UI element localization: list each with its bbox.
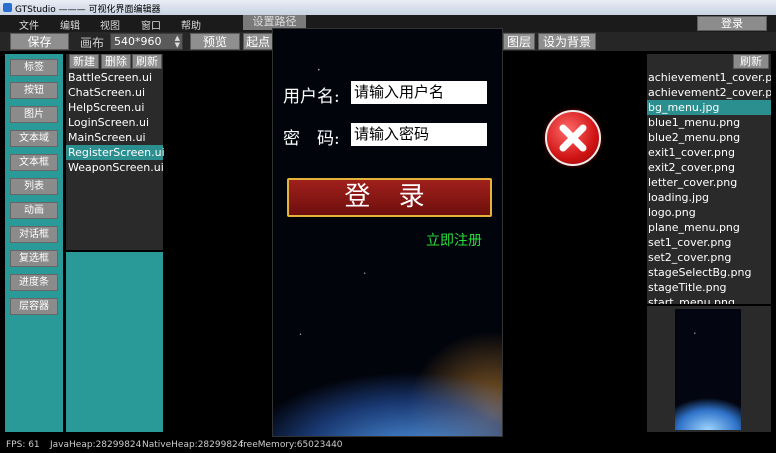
username-label: 用户名:	[283, 87, 340, 107]
widget-label[interactable]: 标签	[10, 59, 58, 76]
file-item[interactable]: MainScreen.ui	[66, 130, 163, 145]
resource-item[interactable]: exit2_cover.png	[647, 160, 771, 175]
resource-item[interactable]: blue1_menu.png	[647, 115, 771, 130]
password-input[interactable]: 请输入密码	[351, 123, 487, 146]
resource-item[interactable]: set2_cover.png	[647, 250, 771, 265]
resource-item[interactable]: achievement2_cover.png	[647, 85, 771, 100]
widget-list[interactable]: 列表	[10, 178, 58, 195]
free-memory-readout: freeMemory:65023440	[240, 440, 343, 450]
native-heap-readout: NativeHeap:28299824	[142, 440, 244, 450]
layer-button[interactable]: 图层	[503, 33, 535, 50]
register-link[interactable]: 立即注册	[426, 230, 482, 250]
canvas-login-button[interactable]: 登 录	[287, 178, 492, 217]
widget-image[interactable]: 图片	[10, 106, 58, 123]
canvas-size-value: 540*960	[114, 35, 162, 48]
window-title: GTStudio ——— 可视化界面编辑器	[15, 5, 161, 15]
widget-palette: 标签 按钮 图片 文本域 文本框 列表 动画 对话框 复选框 进度条 层容器	[5, 54, 63, 432]
preview-thumbnail	[675, 309, 741, 430]
widget-textbox[interactable]: 文本框	[10, 154, 58, 171]
resource-item[interactable]: stageSelectBg.png	[647, 265, 771, 280]
widget-button[interactable]: 按钮	[10, 82, 58, 99]
resource-panel: 刷新 achievement1_cover.png achievement2_c…	[647, 54, 771, 304]
menu-window[interactable]: 窗口	[141, 17, 161, 32]
resource-item[interactable]: achievement1_cover.png	[647, 70, 771, 85]
ui-file-panel: 新建 删除 刷新 BattleScreen.ui ChatScreen.ui H…	[66, 54, 165, 250]
resource-item[interactable]: logo.png	[647, 205, 771, 220]
resource-item-selected[interactable]: bg_menu.jpg	[647, 100, 771, 115]
resource-item[interactable]: start_menu.png	[647, 295, 771, 304]
delete-file-button[interactable]: 删除	[101, 54, 131, 69]
file-item[interactable]: BattleScreen.ui	[66, 70, 163, 85]
new-file-button[interactable]: 新建	[69, 54, 99, 69]
resource-item[interactable]: plane_menu.png	[647, 220, 771, 235]
app-icon	[3, 3, 12, 12]
widget-layer-container[interactable]: 层容器	[10, 298, 58, 315]
file-item-selected[interactable]: RegisterScreen.ui	[66, 145, 165, 160]
resource-item[interactable]: stageTitle.png	[647, 280, 771, 295]
preview-button[interactable]: 预览	[190, 33, 240, 50]
close-x-icon	[559, 124, 587, 152]
refresh-resources-button[interactable]: 刷新	[733, 54, 769, 69]
refresh-files-button[interactable]: 刷新	[132, 54, 162, 69]
resource-preview	[647, 306, 771, 432]
resource-item[interactable]: letter_cover.png	[647, 175, 771, 190]
file-item[interactable]: HelpScreen.ui	[66, 100, 163, 115]
widget-checkbox[interactable]: 复选框	[10, 250, 58, 267]
resource-item[interactable]: blue2_menu.png	[647, 130, 771, 145]
file-item[interactable]: LoginScreen.ui	[66, 115, 163, 130]
title-bar: GTStudio ——— 可视化界面编辑器	[0, 0, 776, 15]
menu-file[interactable]: 文件	[19, 17, 39, 32]
widget-textarea[interactable]: 文本域	[10, 130, 58, 147]
fps-readout: FPS: 61	[6, 440, 40, 450]
widget-progressbar[interactable]: 进度条	[10, 274, 58, 291]
set-background-button[interactable]: 设为背景	[538, 33, 596, 50]
status-bar: FPS: 61 JavaHeap:28299824 NativeHeap:282…	[0, 437, 776, 453]
file-item[interactable]: ChatScreen.ui	[66, 85, 163, 100]
start-point-button[interactable]: 起点	[243, 33, 273, 50]
menu-edit[interactable]: 编辑	[60, 17, 80, 32]
widget-dialog[interactable]: 对话框	[10, 226, 58, 243]
resource-item[interactable]: loading.jpg	[647, 190, 771, 205]
file-item[interactable]: WeaponScreen.ui	[66, 160, 164, 175]
username-input[interactable]: 请输入用户名	[351, 81, 487, 104]
close-icon[interactable]	[545, 110, 601, 166]
resource-item[interactable]: set1_cover.png	[647, 235, 771, 250]
canvas-size-label: 画布	[80, 36, 105, 50]
resource-item[interactable]: exit1_cover.png	[647, 145, 771, 160]
properties-panel	[66, 252, 163, 432]
spinner-arrows-icon[interactable]: ▲ ▼	[175, 35, 180, 49]
java-heap-readout: JavaHeap:28299824	[50, 440, 142, 450]
canvas-size-select[interactable]: 540*960 ▲ ▼	[110, 33, 183, 50]
menu-help[interactable]: 帮助	[181, 17, 201, 32]
widget-animation[interactable]: 动画	[10, 202, 58, 219]
design-canvas[interactable]: 用户名: 请输入用户名 密 码: 请输入密码 登 录 立即注册	[272, 28, 503, 437]
login-button[interactable]: 登录	[697, 16, 767, 31]
password-label: 密 码:	[283, 129, 340, 149]
save-button[interactable]: 保存	[10, 33, 69, 50]
menu-view[interactable]: 视图	[100, 17, 120, 32]
